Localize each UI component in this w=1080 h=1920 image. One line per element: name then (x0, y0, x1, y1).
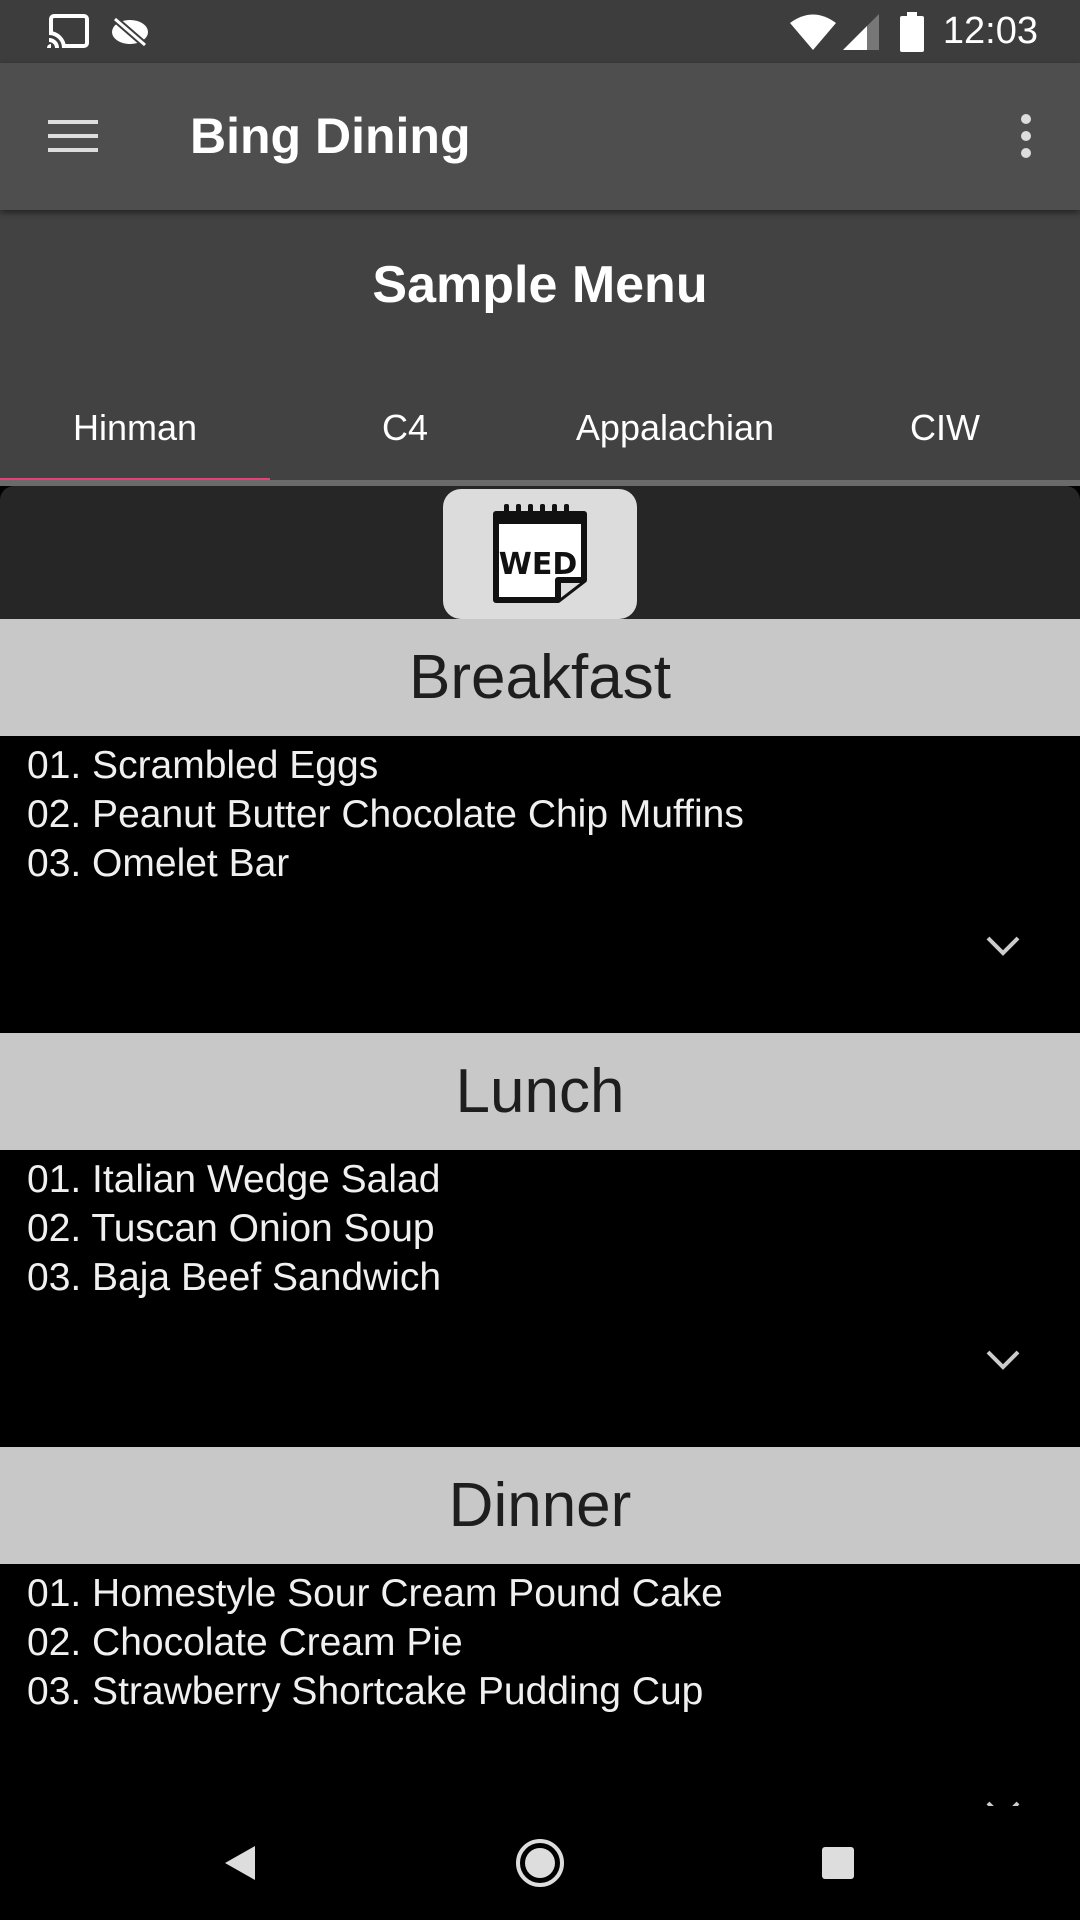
tab-label: C4 (381, 407, 429, 448)
more-vert-icon[interactable] (996, 103, 1056, 169)
menu-content: WED Breakfast 01. Scrambled Eggs 02. Pea… (0, 486, 1080, 1806)
meal-list: 01. Homestyle Sour Cream Pound Cake 02. … (0, 1564, 1080, 1716)
app-title: Bing Dining (190, 108, 471, 164)
calendar-day-icon: WED (493, 504, 587, 603)
day-selector-button[interactable]: WED (443, 489, 637, 619)
list-item: 01. Scrambled Eggs (27, 744, 379, 787)
meal-header-dinner: Dinner (0, 1447, 1080, 1564)
list-item: 02. Tuscan Onion Soup (27, 1207, 435, 1250)
hamburger-menu-icon[interactable] (36, 103, 110, 169)
meal-header-lunch: Lunch (0, 1033, 1080, 1150)
list-item: 03. Omelet Bar (27, 842, 290, 885)
list-item: 01. Homestyle Sour Cream Pound Cake (27, 1572, 723, 1615)
cast-icon (44, 0, 94, 63)
meal-list: 01. Scrambled Eggs 02. Peanut Butter Cho… (0, 736, 1080, 888)
chevron-down-icon[interactable] (978, 921, 1028, 971)
tab-label: Hinman (72, 407, 198, 448)
meal-list: 01. Italian Wedge Salad 02. Tuscan Onion… (0, 1150, 1080, 1302)
list-item: 02. Chocolate Cream Pie (27, 1621, 463, 1664)
tab-hinman[interactable]: Hinman (0, 385, 270, 485)
wifi-icon (790, 0, 836, 63)
menu-header: Sample Menu Hinman C4 Appalachian CIW (0, 210, 1080, 485)
cell-signal-icon (842, 0, 880, 63)
chevron-down-icon[interactable] (978, 1786, 1028, 1806)
tab-label: CIW (910, 407, 980, 448)
sync-off-icon (108, 0, 152, 63)
home-icon[interactable] (480, 1806, 600, 1920)
tab-c4[interactable]: C4 (270, 385, 540, 485)
app-bar: Bing Dining (0, 63, 1080, 210)
day-strip: WED (0, 486, 1080, 619)
chevron-down-icon[interactable] (978, 1335, 1028, 1385)
list-item: 03. Baja Beef Sandwich (27, 1256, 442, 1299)
day-label: WED (499, 547, 578, 582)
recents-icon[interactable] (778, 1806, 898, 1920)
tab-ciw[interactable]: CIW (810, 385, 1080, 485)
tab-appalachian[interactable]: Appalachian (540, 385, 810, 485)
list-item: 03. Strawberry Shortcake Pudding Cup (27, 1670, 704, 1713)
meal-items-breakfast: 01. Scrambled Eggs 02. Peanut Butter Cho… (0, 736, 1080, 1033)
meal-items-dinner: 01. Homestyle Sour Cream Pound Cake 02. … (0, 1564, 1080, 1806)
list-item: 02. Peanut Butter Chocolate Chip Muffins (27, 793, 744, 836)
dining-hall-tabs: Hinman C4 Appalachian CIW (0, 385, 1080, 485)
status-bar: 12:03 (0, 0, 1080, 63)
back-icon[interactable] (180, 1806, 300, 1920)
meal-items-lunch: 01. Italian Wedge Salad 02. Tuscan Onion… (0, 1150, 1080, 1447)
meal-header-breakfast: Breakfast (0, 619, 1080, 736)
battery-icon (898, 0, 926, 63)
tab-label: Appalachian (575, 407, 775, 448)
list-item: 01. Italian Wedge Salad (27, 1158, 441, 1201)
status-time: 12:03 (942, 10, 1038, 52)
system-nav-bar (0, 1806, 1080, 1920)
page-title: Sample Menu (372, 256, 708, 314)
